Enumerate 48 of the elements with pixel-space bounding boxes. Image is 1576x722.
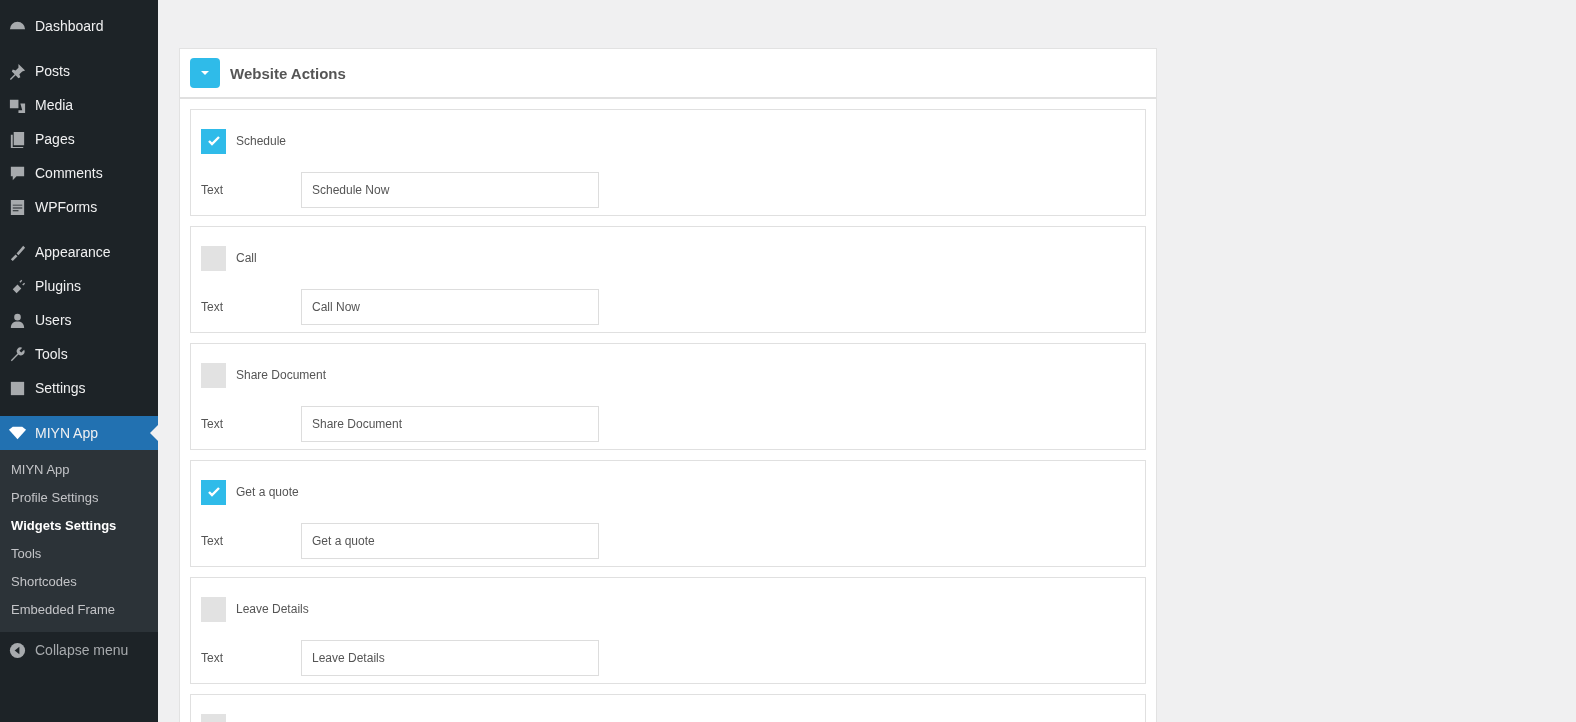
menu-item[interactable]: Settings: [0, 371, 158, 405]
panel-title: Website Actions: [230, 64, 346, 82]
field-label: Text: [201, 651, 224, 665]
menu-item[interactable]: Media: [0, 88, 158, 122]
text-field[interactable]: Call Now: [301, 289, 599, 325]
action-label: Get a quote: [236, 485, 299, 499]
action-label: Leave Details: [236, 602, 309, 616]
action-label: Schedule: [236, 134, 287, 148]
field-label: Text: [201, 300, 224, 314]
submenu-item[interactable]: Widgets Settings: [0, 512, 117, 540]
form-icon: [8, 197, 27, 217]
menu-item[interactable]: WPForms: [0, 190, 158, 224]
checkbox[interactable]: [201, 362, 226, 388]
submenu-item[interactable]: Tools: [0, 540, 42, 568]
field-label: Text: [201, 534, 224, 548]
text-field[interactable]: Leave Details: [301, 640, 599, 676]
text-field[interactable]: Schedule Now: [301, 172, 599, 208]
collapse-icon: [8, 640, 27, 660]
action-label: Share Document: [236, 368, 327, 382]
checkbox[interactable]: [201, 479, 226, 505]
action-label: Call: [236, 251, 257, 265]
text-field[interactable]: Share Document: [301, 406, 599, 442]
collapse-menu-button[interactable]: Collapse menu: [0, 633, 158, 667]
menu-item[interactable]: Plugins: [0, 269, 158, 303]
checkbox[interactable]: [201, 128, 226, 154]
menu-item[interactable]: Posts: [0, 54, 158, 88]
wrench-icon: [8, 344, 27, 364]
menu-item[interactable]: Tools: [0, 337, 158, 371]
field-label: Text: [201, 183, 224, 197]
checkbox[interactable]: [201, 596, 226, 622]
field-label: Text: [201, 417, 224, 431]
text-field[interactable]: Get a quote: [301, 523, 599, 559]
menu-item[interactable]: MIYN App: [0, 416, 158, 450]
menu-item[interactable]: Appearance: [0, 235, 158, 269]
menu-item[interactable]: Pages: [0, 122, 158, 156]
submenu-item[interactable]: Shortcodes: [0, 568, 77, 596]
checkbox[interactable]: [201, 245, 226, 271]
menu-item[interactable]: Comments: [0, 156, 158, 190]
submenu-item[interactable]: MIYN App: [0, 456, 70, 484]
toggle-button[interactable]: [190, 58, 220, 88]
pin-icon: [8, 61, 27, 81]
caret-icon: [200, 68, 210, 78]
menu-item[interactable]: Dashboard: [0, 9, 158, 43]
submenu-item[interactable]: Embedded Frame: [0, 596, 116, 624]
pages-icon: [8, 129, 27, 149]
submenu-item[interactable]: Profile Settings: [0, 484, 99, 512]
pointer-icon: [150, 425, 158, 441]
menu-item[interactable]: Users: [0, 303, 158, 337]
